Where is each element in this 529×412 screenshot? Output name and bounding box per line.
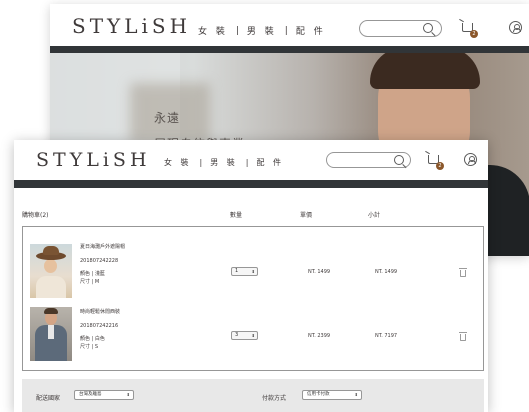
nav-separator: |	[199, 158, 203, 167]
product-image-part	[48, 325, 54, 339]
main-nav: 女 裝 | 男 裝 | 配 件	[164, 157, 284, 168]
shipping-country-select[interactable]: 台灣及離島 ⬍	[74, 390, 134, 400]
cart-window: STYLiSH 女 裝 | 男 裝 | 配 件 2 購物車(2) 數量 單價 小…	[14, 140, 488, 412]
product-image[interactable]	[30, 307, 72, 361]
product-size: 尺寸 | M	[80, 279, 100, 285]
cart-heading: 購物車(2)	[22, 212, 49, 219]
cart-button[interactable]: 2	[462, 21, 480, 39]
product-size: 尺寸 | S	[80, 344, 99, 350]
product-image[interactable]	[30, 244, 72, 298]
cart-items-list: 夏日海灘戶外遮陽帽 201807242228 顏色 | 淺藍 尺寸 | M 1 …	[22, 226, 484, 371]
cart-item: 夏日海灘戶外遮陽帽 201807242228 顏色 | 淺藍 尺寸 | M 1 …	[23, 244, 483, 304]
quantity-select[interactable]: 1 ⬍	[231, 267, 258, 276]
cart-button[interactable]: 2	[428, 153, 446, 171]
quantity-select[interactable]: 3 ⬍	[231, 331, 258, 340]
column-header-quantity: 數量	[230, 212, 243, 219]
nav-accessories[interactable]: 配 件	[257, 157, 285, 168]
header-divider-bar	[14, 180, 488, 188]
product-name[interactable]: 時尚輕鬆休閒西裝	[80, 309, 120, 317]
cart-count-badge: 2	[470, 30, 478, 38]
logo[interactable]: STYLiSH	[36, 149, 151, 171]
quantity-value: 1	[235, 268, 239, 274]
product-color: 顏色 | 白色	[80, 336, 105, 342]
nav-women[interactable]: 女 裝	[198, 24, 228, 37]
chevron-down-icon: ⬍	[251, 269, 255, 274]
column-header-price: 單價	[300, 212, 313, 219]
cart-count-badge: 2	[436, 162, 444, 170]
chevron-down-icon: ⬍	[354, 392, 358, 397]
search-input[interactable]	[359, 20, 442, 37]
product-id: 201807242228	[80, 258, 119, 264]
column-header-subtotal: 小計	[368, 212, 381, 219]
search-icon[interactable]	[423, 23, 433, 33]
header-divider-bar	[50, 46, 529, 53]
checkout-options-bar: 配送國家 台灣及離島 ⬍ 付款方式 信用卡付款 ⬍	[22, 379, 484, 412]
payment-method-select[interactable]: 信用卡付款 ⬍	[302, 390, 362, 400]
product-image-part	[43, 246, 59, 255]
shipping-country-label: 配送國家	[36, 395, 61, 402]
shipping-country-value: 台灣及離島	[79, 392, 102, 397]
search-input[interactable]	[326, 152, 411, 168]
nav-men[interactable]: 男 裝	[210, 157, 238, 168]
payment-method-value: 信用卡付款	[307, 392, 330, 397]
product-image-part	[36, 276, 66, 298]
product-color: 顏色 | 淺藍	[80, 271, 105, 277]
payment-method-label: 付款方式	[262, 395, 287, 402]
hero-model-image	[370, 53, 480, 89]
product-name[interactable]: 夏日海灘戶外遮陽帽	[80, 244, 125, 252]
nav-men[interactable]: 男 裝	[247, 24, 277, 37]
logo[interactable]: STYLiSH	[72, 14, 191, 38]
member-icon[interactable]	[509, 21, 522, 34]
nav-separator: |	[284, 25, 288, 36]
quantity-value: 3	[235, 332, 239, 338]
item-subtotal: NT. 1499	[375, 269, 398, 275]
trash-icon[interactable]	[459, 332, 467, 341]
nav-accessories[interactable]: 配 件	[296, 24, 326, 37]
nav-separator: |	[235, 25, 239, 36]
product-id: 201807242216	[80, 323, 119, 329]
chevron-down-icon: ⬍	[251, 333, 255, 338]
nav-women[interactable]: 女 裝	[164, 157, 192, 168]
member-icon[interactable]	[464, 153, 477, 166]
unit-price: NT. 2399	[308, 333, 331, 339]
trash-icon[interactable]	[459, 268, 467, 277]
search-icon[interactable]	[394, 155, 404, 165]
main-nav: 女 裝 | 男 裝 | 配 件	[198, 24, 326, 38]
unit-price: NT. 1499	[308, 269, 331, 275]
cart-item: 時尚輕鬆休閒西裝 201807242216 顏色 | 白色 尺寸 | S 3 ⬍…	[23, 307, 483, 367]
stage: STYLiSH 女 裝 | 男 裝 | 配 件 2 永遠 展現自信與專業 ST	[0, 0, 529, 412]
hero-title: 永遠	[154, 111, 181, 125]
product-image-part	[44, 308, 58, 314]
item-subtotal: NT. 7197	[375, 333, 398, 339]
chevron-down-icon: ⬍	[126, 392, 130, 397]
product-image-part	[44, 259, 57, 273]
nav-separator: |	[245, 158, 249, 167]
